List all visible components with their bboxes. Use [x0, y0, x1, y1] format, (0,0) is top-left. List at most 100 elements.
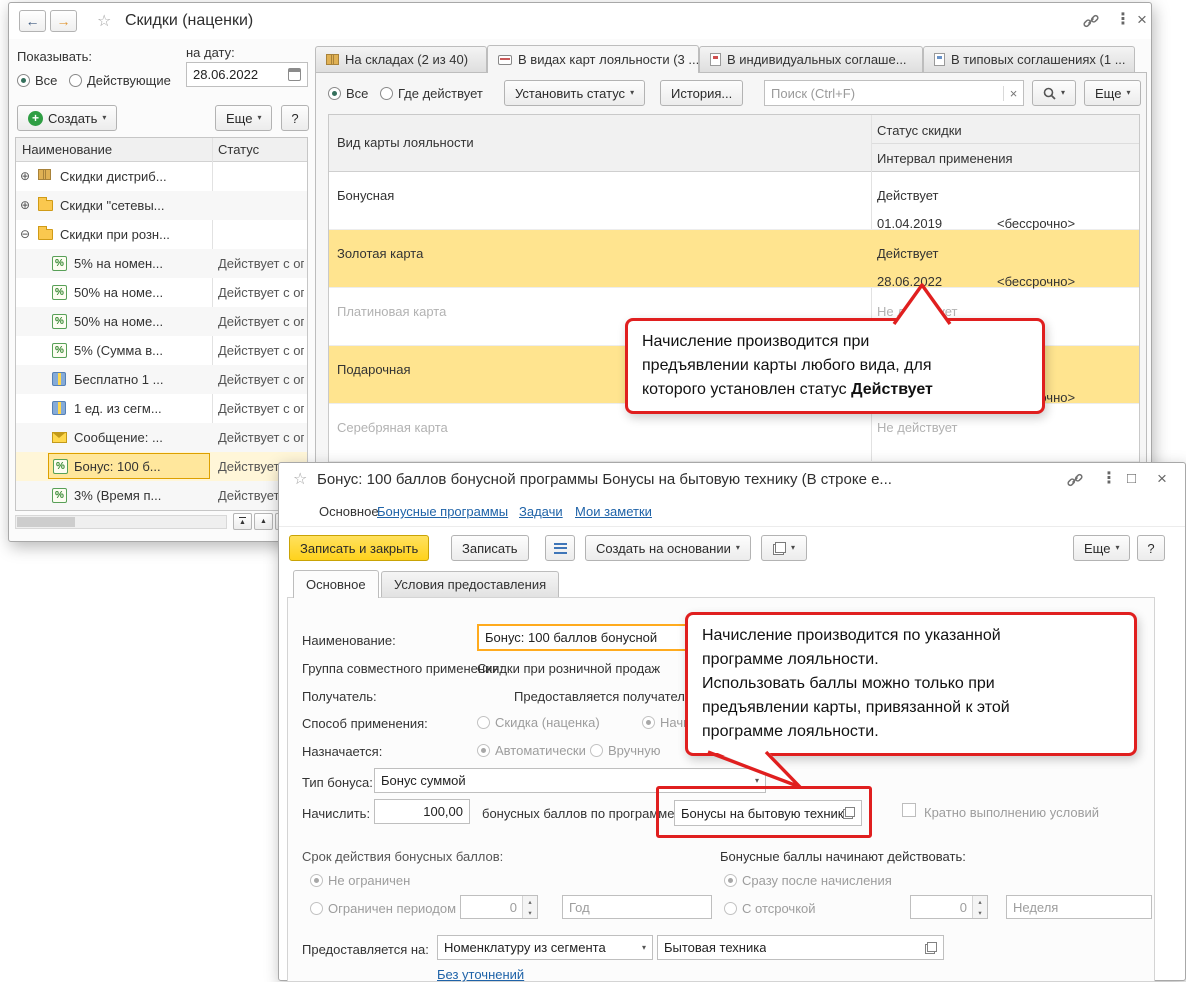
spin-up-icon[interactable]: ▴: [973, 896, 987, 907]
accrue-amount-input[interactable]: 100,00: [374, 799, 470, 824]
forward-button[interactable]: →: [50, 10, 77, 32]
card-row[interactable]: БонуснаяДействует01.04.2019<бессрочно>: [329, 172, 1139, 230]
more-menu-icon[interactable]: ⋮: [1101, 471, 1117, 487]
gift-icon: [52, 372, 66, 386]
assign-auto-radio[interactable]: Автоматически: [477, 743, 586, 758]
close-window-icon[interactable]: ×: [1137, 11, 1147, 28]
favorites-star-icon[interactable]: ☆: [97, 14, 111, 30]
show-all-radio[interactable]: Все: [17, 73, 57, 88]
create-based-button[interactable]: Создать на основании▾: [585, 535, 751, 561]
filter-where-active-radio[interactable]: Где действует: [380, 86, 483, 101]
maximize-icon[interactable]: □: [1127, 471, 1136, 486]
provided-combo[interactable]: Номенклатуру из сегмента▾: [437, 935, 653, 960]
list-more-button[interactable]: Еще▾: [215, 105, 272, 131]
related-documents-button[interactable]: [545, 535, 575, 561]
expand-icon[interactable]: ⊕: [20, 169, 30, 183]
multiple-checkbox[interactable]: [902, 803, 916, 817]
favorites-star-icon[interactable]: ☆: [293, 472, 307, 488]
set-status-button[interactable]: Установить статус▾: [504, 80, 645, 106]
spin-down-icon[interactable]: ▾: [973, 907, 987, 918]
nav-bonus-programs[interactable]: Бонусные программы: [377, 504, 508, 519]
filter-all-radio[interactable]: Все: [328, 86, 368, 101]
caret-down-icon[interactable]: ▾: [637, 943, 646, 952]
open-icon[interactable]: [925, 942, 937, 954]
tab-standard-agreements[interactable]: В типовых соглашениях (1 ...: [923, 46, 1135, 72]
tab-warehouses[interactable]: На складах (2 из 40): [315, 46, 487, 72]
group-value[interactable]: Скидки при розничной продаж: [477, 661, 660, 676]
tab-conditions[interactable]: Условия предоставления: [381, 571, 559, 597]
dialog-help-button[interactable]: ?: [1137, 535, 1165, 561]
tree-row[interactable]: Сообщение: ...Действует с ог...: [16, 423, 307, 452]
tree-row-group[interactable]: ⊕Скидки дистриб...: [16, 162, 307, 191]
tree-row-selected[interactable]: %Бонус: 100 б...Действует...: [16, 452, 307, 481]
get-link-icon[interactable]: [1067, 472, 1083, 488]
clear-search-icon[interactable]: ×: [1003, 86, 1023, 101]
interval-header[interactable]: Интервал применения: [877, 151, 1013, 166]
start-immediate-radio[interactable]: Сразу после начисления: [724, 873, 892, 888]
scroll-to-top-button[interactable]: ▲: [233, 513, 252, 530]
card-name: Подарочная: [337, 362, 411, 377]
panel-more-button[interactable]: Еще▾: [1084, 80, 1141, 106]
copy-button[interactable]: ▾: [761, 535, 807, 561]
start-count-field[interactable]: 0▴▾: [910, 895, 988, 919]
tree-row[interactable]: Бесплатно 1 ...Действует с ог...: [16, 365, 307, 394]
tree-row-group[interactable]: ⊖Скидки при розн...: [16, 220, 307, 249]
nav-notes[interactable]: Мои заметки: [575, 504, 652, 519]
show-active-radio[interactable]: Действующие: [69, 73, 171, 88]
close-dialog-icon[interactable]: ×: [1157, 470, 1167, 487]
expand-icon[interactable]: ⊕: [20, 198, 30, 212]
validity-unlimited-radio[interactable]: Не ограничен: [310, 873, 410, 888]
caret-down-icon: ▾: [630, 89, 634, 97]
scroll-up-button[interactable]: ▲: [254, 513, 273, 530]
spin-down-icon[interactable]: ▾: [523, 907, 537, 918]
help-button[interactable]: ?: [281, 105, 309, 131]
start-delayed-radio[interactable]: С отсрочкой: [724, 901, 816, 916]
get-link-icon[interactable]: [1083, 13, 1099, 29]
spinner[interactable]: ▴▾: [522, 896, 537, 918]
back-button[interactable]: ←: [19, 10, 46, 32]
more-label: Еще: [1095, 86, 1121, 101]
column-name-header[interactable]: Наименование: [22, 142, 112, 157]
validity-count-field[interactable]: 0▴▾: [460, 895, 538, 919]
date-field[interactable]: 28.06.2022: [186, 62, 308, 87]
collapse-icon[interactable]: ⊖: [20, 227, 30, 241]
horizontal-scrollbar[interactable]: [15, 515, 227, 529]
history-button[interactable]: История...: [660, 80, 743, 106]
name-value: Бонус: 100 баллов бонусной: [485, 630, 657, 645]
dialog-more-button[interactable]: Еще▾: [1073, 535, 1130, 561]
tree-row[interactable]: %50% на номе...Действует с ог...: [16, 307, 307, 336]
spin-up-icon[interactable]: ▴: [523, 896, 537, 907]
create-button[interactable]: +Создать▾: [17, 105, 117, 131]
tree-row[interactable]: %5% (Сумма в...Действует с ог...: [16, 336, 307, 365]
tree-row-group[interactable]: ⊕Скидки "сетевы...: [16, 191, 307, 220]
calendar-icon[interactable]: [288, 68, 301, 81]
tree-row[interactable]: %3% (Время п...Действует...: [16, 481, 307, 510]
nav-tasks[interactable]: Задачи: [519, 504, 563, 519]
name-input[interactable]: Бонус: 100 баллов бонусной: [477, 624, 699, 651]
more-menu-icon[interactable]: ⋮: [1115, 12, 1131, 28]
card-row-selected[interactable]: Золотая картаДействует28.06.2022<бессроч…: [329, 230, 1139, 288]
save-button[interactable]: Записать: [451, 535, 529, 561]
tree-row[interactable]: %5% на номен...Действует с ог...: [16, 249, 307, 278]
start-unit-field[interactable]: Неделя: [1006, 895, 1152, 919]
tab-loyalty-cards[interactable]: В видах карт лояльности (3 ...: [487, 45, 699, 73]
nav-main[interactable]: Основное: [319, 504, 379, 519]
tree-row[interactable]: %50% на номе...Действует с ог...: [16, 278, 307, 307]
method-discount-radio[interactable]: Скидка (наценка): [477, 715, 600, 730]
spinner[interactable]: ▴▾: [972, 896, 987, 918]
search-button[interactable]: ▾: [1032, 80, 1076, 106]
tab-main[interactable]: Основное: [293, 570, 379, 598]
tab-individual-agreements[interactable]: В индивидуальных соглаше...: [699, 46, 923, 72]
status-header[interactable]: Статус скидки: [877, 123, 962, 138]
assign-manual-radio[interactable]: Вручную: [590, 743, 660, 758]
search-input[interactable]: [765, 81, 1003, 105]
tree-row[interactable]: 1 ед. из сегм...Действует с ог...: [16, 394, 307, 423]
validity-unit-field[interactable]: Год: [562, 895, 712, 919]
column-status-header[interactable]: Статус: [218, 142, 259, 157]
validity-limited-radio[interactable]: Ограничен периодом: [310, 901, 456, 916]
segment-field[interactable]: Бытовая техника: [657, 935, 944, 960]
no-details-link[interactable]: Без уточнений: [437, 967, 524, 982]
scrollbar-thumb[interactable]: [17, 517, 75, 527]
card-type-header[interactable]: Вид карты лояльности: [337, 135, 474, 150]
save-close-button[interactable]: Записать и закрыть: [289, 535, 429, 561]
